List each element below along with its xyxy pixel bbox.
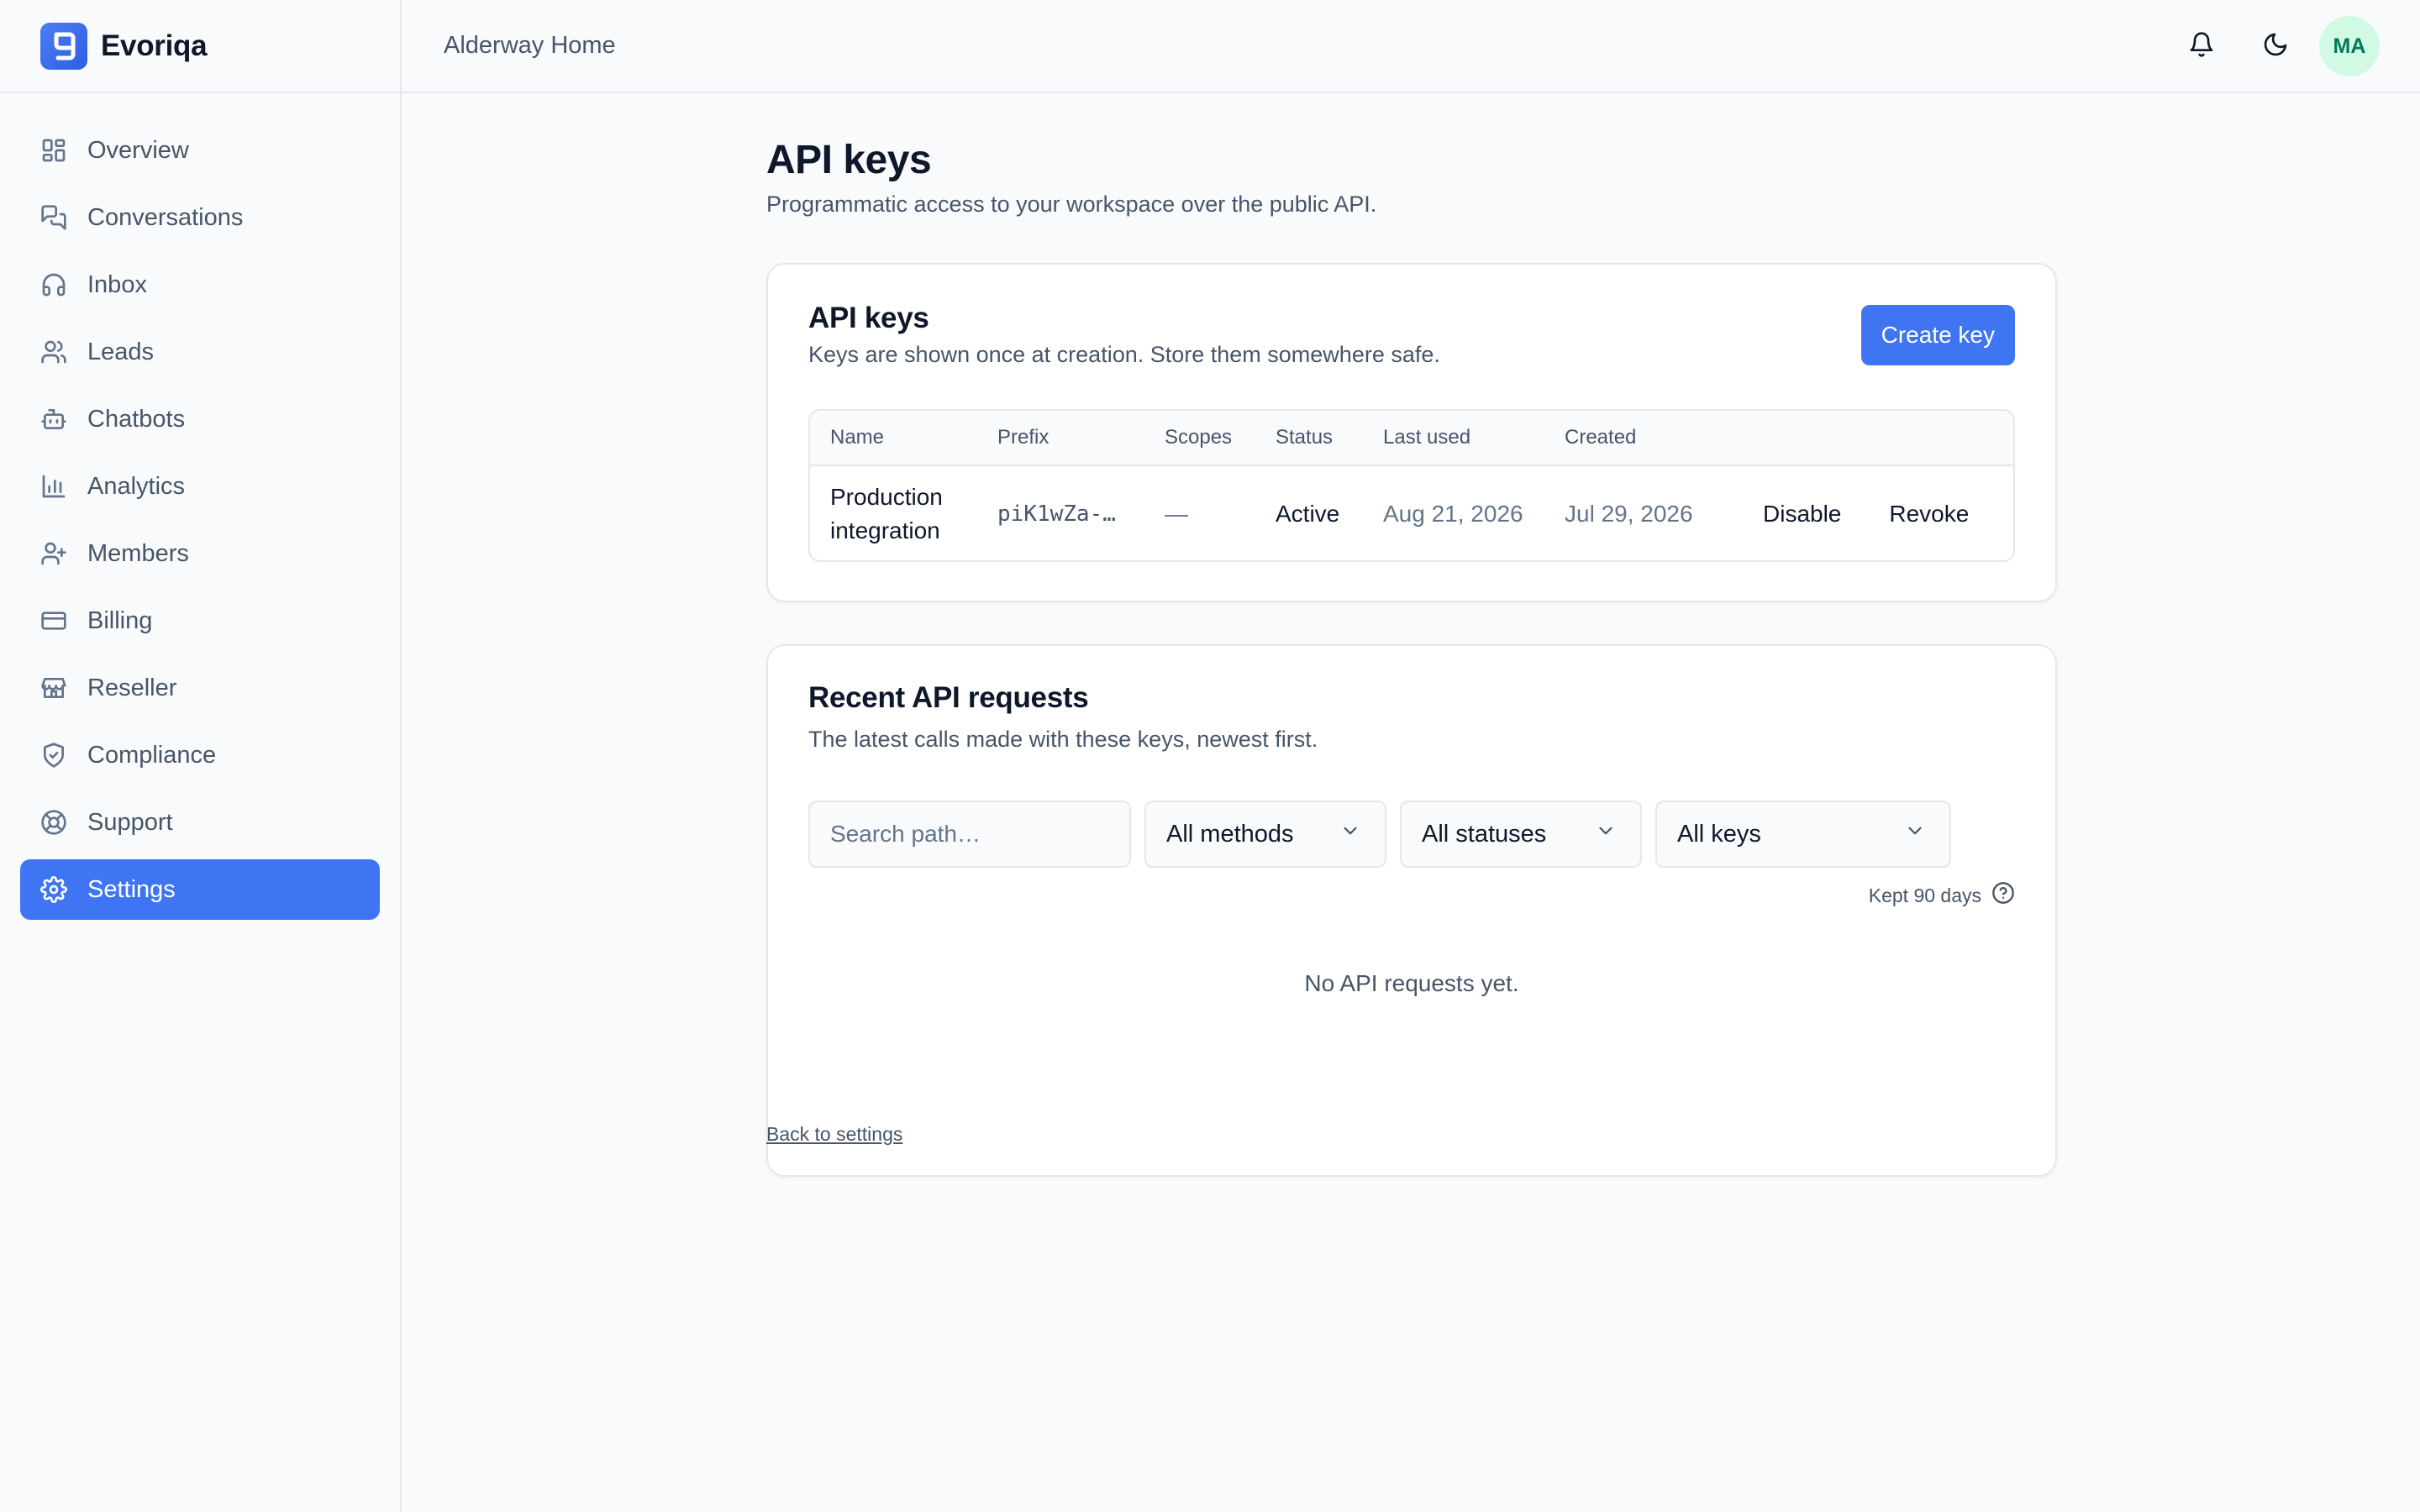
brand-logo-icon [40,22,87,70]
column-header-last-used: Last used [1383,426,1471,449]
page-title: API keys [766,138,932,182]
sidebar-item-label: Overview [87,136,189,164]
request-filters: All methods All statuses All keys [808,801,1951,868]
main-content: API keys Programmatic access to your wor… [766,93,2057,1177]
sidebar-item-label: Leads [87,338,155,365]
user-plus-icon [40,540,67,567]
topbar: Alderway Home MA [402,0,2420,93]
column-header-status: Status [1276,426,1334,449]
sidebar-item-reseller[interactable]: Reseller [20,658,380,718]
recent-requests-title: Recent API requests [808,681,1089,714]
sidebar-item-chatbots[interactable]: Chatbots [20,389,380,449]
help-circle-icon[interactable] [1981,881,2015,910]
users-icon [40,339,67,365]
topbar-actions: MA [2158,16,2380,76]
api-keys-table: Name Prefix Scopes Status Last used Crea… [808,409,2015,562]
sidebar-item-label: Reseller [87,674,177,701]
chevron-down-icon [1339,820,1361,848]
brand-name: Evoriqa [101,29,208,62]
gear-icon [40,876,67,903]
sidebar-item-label: Members [87,539,189,567]
key-name-cell: Production integration [810,480,977,548]
api-keys-card: API keys Keys are shown once at creation… [766,263,2057,602]
key-name-line: Production [830,484,943,510]
sidebar-item-support[interactable]: Support [20,792,380,853]
column-header-name: Name [830,426,885,449]
sidebar: Evoriqa Overview Conversations Inbox Lea… [0,0,402,1512]
grid-icon [40,137,67,164]
sidebar-item-label: Support [87,808,173,836]
credit-card-icon [40,607,67,634]
chevron-down-icon [1595,820,1617,848]
sidebar-item-label: Chatbots [87,405,186,433]
create-key-button[interactable]: Create key [1860,305,2015,365]
status-filter-value: All statuses [1422,820,1547,848]
empty-state-text: No API requests yet. [1304,970,1519,996]
headset-icon [40,271,67,298]
sidebar-item-label: Conversations [87,203,244,231]
sidebar-item-label: Inbox [87,270,147,298]
avatar[interactable]: MA [2319,16,2380,76]
bar-chart-icon [40,473,67,500]
method-filter-select[interactable]: All methods [1144,801,1386,868]
status-filter-select[interactable]: All statuses [1400,801,1642,868]
key-name-line: integration [830,517,940,543]
sidebar-item-label: Billing [87,606,153,634]
workspace-name[interactable]: Alderway Home [444,32,616,60]
key-filter-select[interactable]: All keys [1655,801,1951,868]
sidebar-item-label: Settings [87,875,176,903]
recent-requests-card: Recent API requests The latest calls mad… [766,644,2057,1177]
search-path-input[interactable] [808,801,1131,868]
table-row: Production integration piK1wZa-… — Activ… [810,466,2013,560]
sidebar-item-compliance[interactable]: Compliance [20,725,380,785]
shield-icon [40,742,67,769]
api-keys-card-header: API keys Keys are shown once at creation… [808,302,1440,368]
bell-icon [2188,31,2215,62]
key-prefix-cell: piK1wZa-… [997,501,1116,527]
sidebar-item-label: Compliance [87,741,217,769]
sidebar-item-leads[interactable]: Leads [20,322,380,382]
store-icon [40,675,67,701]
key-filter-value: All keys [1677,820,1761,848]
sidebar-item-analytics[interactable]: Analytics [20,456,380,517]
disable-key-button[interactable]: Disable [1763,501,1841,528]
recent-requests-header: Recent API requests The latest calls mad… [808,681,1318,753]
moon-icon [2262,31,2289,62]
api-keys-card-subtitle: Keys are shown once at creation. Store t… [808,342,1440,367]
sidebar-item-conversations[interactable]: Conversations [20,187,380,248]
api-keys-card-title: API keys [808,302,929,334]
chevron-down-icon [1904,820,1926,848]
key-last-used-cell: Aug 21, 2026 [1383,501,1523,527]
back-to-settings-link[interactable]: Back to settings [766,1123,902,1146]
sidebar-item-inbox[interactable]: Inbox [20,255,380,315]
sidebar-item-overview[interactable]: Overview [20,120,380,181]
bot-icon [40,406,67,433]
chat-icon [40,204,67,231]
key-status-cell: Active [1276,501,1340,527]
key-scopes-cell: — [1165,501,1188,527]
theme-toggle-button[interactable] [2245,16,2306,76]
revoke-key-button[interactable]: Revoke [1889,501,1969,528]
sidebar-item-label: Analytics [87,472,186,500]
sidebar-item-settings[interactable]: Settings [20,859,380,920]
method-filter-value: All methods [1166,820,1294,848]
column-header-scopes: Scopes [1165,426,1233,449]
column-header-created: Created [1565,426,1637,449]
retention-note: Kept 90 days [1869,881,2015,910]
brand[interactable]: Evoriqa [0,0,400,93]
notifications-button[interactable] [2171,16,2232,76]
lifebuoy-icon [40,809,67,836]
key-created-cell: Jul 29, 2026 [1565,501,1693,527]
column-header-prefix: Prefix [997,426,1050,449]
retention-text: Kept 90 days [1868,884,1981,906]
sidebar-item-members[interactable]: Members [20,523,380,584]
page-subtitle: Programmatic access to your workspace ov… [766,192,1377,217]
table-header: Name Prefix Scopes Status Last used Crea… [810,411,2013,466]
sidebar-nav: Overview Conversations Inbox Leads Chatb… [0,93,400,920]
app-root: Evoriqa Overview Conversations Inbox Lea… [0,0,2420,1512]
sidebar-item-billing[interactable]: Billing [20,591,380,651]
recent-requests-subtitle: The latest calls made with these keys, n… [808,727,1318,752]
